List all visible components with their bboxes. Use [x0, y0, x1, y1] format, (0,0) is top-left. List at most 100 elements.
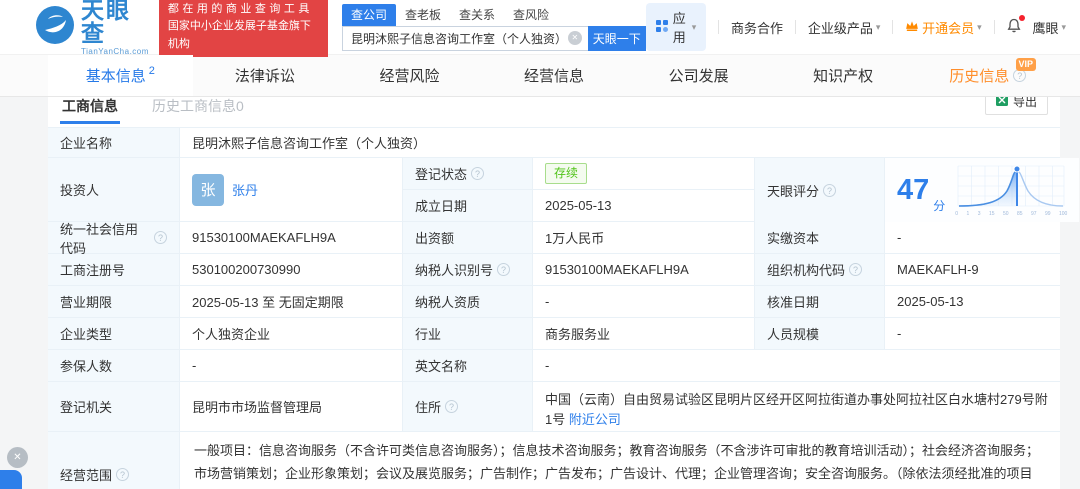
- field-label: 英文名称: [403, 350, 533, 381]
- help-icon[interactable]: [471, 167, 485, 180]
- english-name-value: -: [545, 358, 550, 373]
- search-block: 查公司 查老板 查关系 查风险 天眼一下: [341, 3, 646, 51]
- notification-bell-icon[interactable]: [1006, 15, 1026, 37]
- search-tab-relation[interactable]: 查关系: [450, 4, 504, 26]
- tab-intellectual-property[interactable]: 知识产权: [771, 55, 916, 96]
- chevron-down-icon: ▾: [1061, 21, 1066, 32]
- tab-operating-info[interactable]: 经营信息: [482, 55, 627, 96]
- eagle-eye-menu[interactable]: 鹰眼 ▾: [1032, 18, 1066, 37]
- table-row: 经营范围 一般项目：信息咨询服务（不含许可类信息咨询服务）；信息技术咨询服务；教…: [48, 431, 1060, 489]
- logo-title: 天眼查: [81, 0, 131, 46]
- brand-slogan: 都在用的商业查询工具 国家中小企业发展子基金旗下机构: [158, 0, 328, 57]
- search-clear-icon[interactable]: [567, 30, 582, 45]
- table-row: 营业期限 2025-05-13 至 无固定期限 纳税人资质 - 核准日期 202…: [48, 285, 1060, 317]
- field-label: 天眼评分: [755, 158, 885, 222]
- help-icon[interactable]: [116, 467, 130, 481]
- approval-date-value: 2025-05-13: [897, 294, 964, 309]
- address-cell: 中国（云南）自由贸易试验区昆明片区经开区阿拉街道办事处阿拉社区白水塘村279号附…: [533, 382, 1060, 431]
- export-label: 导出: [1012, 97, 1037, 109]
- tab-label: 公司发展: [668, 68, 729, 85]
- help-icon[interactable]: [823, 183, 837, 197]
- search-tab-boss[interactable]: 查老板: [396, 4, 450, 26]
- open-vip-menu[interactable]: 开通会员 ▾: [905, 18, 982, 37]
- org-code-value: MAEKAFLH-9: [897, 262, 979, 277]
- field-label: 出资额: [403, 222, 533, 253]
- table-row: 投资人 张 张丹 登记状态 存续: [48, 157, 1080, 222]
- field-label: 纳税人资质: [403, 286, 533, 317]
- table-row: 工商注册号 530100200730990 纳税人识别号 91530100MAE…: [48, 253, 1060, 285]
- tab-operating-risk[interactable]: 经营风险: [337, 55, 482, 96]
- tab-history-info[interactable]: VIP 历史信息: [915, 55, 1060, 96]
- table-row: 企业名称 昆明沐熙子信息咨询工作室（个人独资）: [48, 127, 1060, 157]
- field-label: 企业名称: [48, 128, 180, 157]
- tab-label: 经营风险: [379, 68, 440, 85]
- field-label: 组织机构代码: [755, 254, 885, 285]
- company-type-value: 个人独资企业: [180, 318, 403, 349]
- menu-divider: [993, 20, 995, 34]
- excel-icon: [995, 97, 1008, 109]
- subtab-business-registration[interactable]: 工商信息: [60, 97, 120, 124]
- field-label: 人员规模: [755, 318, 885, 349]
- field-label: 成立日期: [403, 190, 533, 221]
- eagle-eye-label: 鹰眼: [1032, 20, 1059, 36]
- field-label: 住所: [403, 382, 533, 431]
- table-row: 参保人数 - 英文名称 -: [48, 349, 1060, 381]
- help-icon[interactable]: [497, 263, 511, 276]
- subtab-history-registration[interactable]: 历史工商信息0: [150, 97, 246, 124]
- chevron-down-icon: ▾: [977, 21, 982, 32]
- apps-menu[interactable]: 应用 ▾: [645, 3, 707, 51]
- company-name-value: 昆明沐熙子信息咨询工作室（个人独资）: [192, 136, 427, 151]
- tab-company-development[interactable]: 公司发展: [626, 55, 771, 96]
- investor-link[interactable]: 张丹: [232, 180, 258, 199]
- tab-legal-proceedings[interactable]: 法律诉讼: [193, 55, 338, 96]
- search-tab-company[interactable]: 查公司: [341, 3, 396, 26]
- nearby-companies-link[interactable]: 附近公司: [569, 412, 621, 427]
- field-label: 纳税人识别号: [403, 254, 533, 285]
- open-vip-label: 开通会员: [922, 20, 975, 36]
- help-icon[interactable]: [445, 400, 459, 413]
- field-label: 统一社会信用代码: [48, 222, 180, 256]
- staff-size-value: -: [897, 326, 902, 341]
- taxpayer-id-value: 91530100MAEKAFLH9A: [533, 254, 755, 285]
- enterprise-products-menu[interactable]: 企业级产品 ▾: [808, 18, 881, 37]
- vip-badge: VIP: [1015, 58, 1037, 71]
- menu-divider: [718, 20, 720, 34]
- search-input[interactable]: [341, 25, 588, 51]
- help-icon[interactable]: [849, 263, 863, 276]
- table-row: 企业类型 个人独资企业 行业 商务服务业 人员规模 -: [48, 317, 1060, 349]
- field-label: 实缴资本: [755, 222, 885, 253]
- paid-capital-value: -: [897, 230, 902, 245]
- field-label: 营业期限: [48, 286, 180, 317]
- top-menu: 应用 ▾ 商务合作 企业级产品 ▾ 开通会员 ▾ 鹰眼 ▾: [645, 3, 1080, 51]
- taxpayer-quality-value: -: [533, 286, 755, 317]
- tab-count-badge: 2: [148, 64, 155, 77]
- tab-label: 经营信息: [524, 68, 585, 85]
- help-icon[interactable]: [154, 231, 167, 244]
- tianyancha-logo[interactable]: 天眼查 TianYanCha.com: [35, 0, 149, 56]
- tab-basic-info[interactable]: 基本信息 2: [48, 55, 193, 96]
- field-label: 参保人数: [48, 350, 180, 381]
- close-icon[interactable]: [7, 447, 28, 468]
- crown-icon: [905, 20, 919, 35]
- menu-divider: [892, 20, 894, 34]
- tab-label: 知识产权: [813, 68, 874, 85]
- export-button[interactable]: 导出: [984, 97, 1048, 115]
- establish-date-value: 2025-05-13: [533, 190, 755, 221]
- investor-cell: 张 张丹: [180, 158, 403, 221]
- tianyancha-logo-icon: [35, 5, 75, 50]
- page: 天眼查 TianYanCha.com 都在用的商业查询工具 国家中小企业发展子基…: [0, 0, 1080, 489]
- content-area: 工商信息 历史工商信息0 导出 企业名称 昆明沐熙子信息咨询工作室（个人独资） …: [0, 97, 1080, 489]
- score-distribution-chart: 0 1 3 15 50 85 97 99 100: [955, 164, 1067, 217]
- company-nav: 基本信息 2 法律诉讼 经营风险 经营信息 公司发展 知识产权 VIP 历史信息: [0, 55, 1080, 97]
- table-row: 统一社会信用代码 91530100MAEKAFLH9A 出资额 1万人民币 实缴…: [48, 221, 1060, 256]
- cooperation-link[interactable]: 商务合作: [731, 18, 783, 37]
- floating-widget[interactable]: [0, 470, 22, 489]
- capital-value: 1万人民币: [533, 222, 755, 253]
- search-button[interactable]: 天眼一下: [587, 25, 646, 51]
- search-tab-risk[interactable]: 查风险: [504, 4, 558, 26]
- top-bar: 天眼查 TianYanCha.com 都在用的商业查询工具 国家中小企业发展子基…: [0, 0, 1080, 57]
- table-row: 登记机关 昆明市市场监督管理局 住所 中国（云南）自由贸易试验区昆明片区经开区阿…: [48, 381, 1060, 431]
- field-label: 登记状态: [403, 158, 533, 189]
- credit-code-value: 91530100MAEKAFLH9A: [180, 222, 403, 253]
- avatar[interactable]: 张: [192, 173, 224, 206]
